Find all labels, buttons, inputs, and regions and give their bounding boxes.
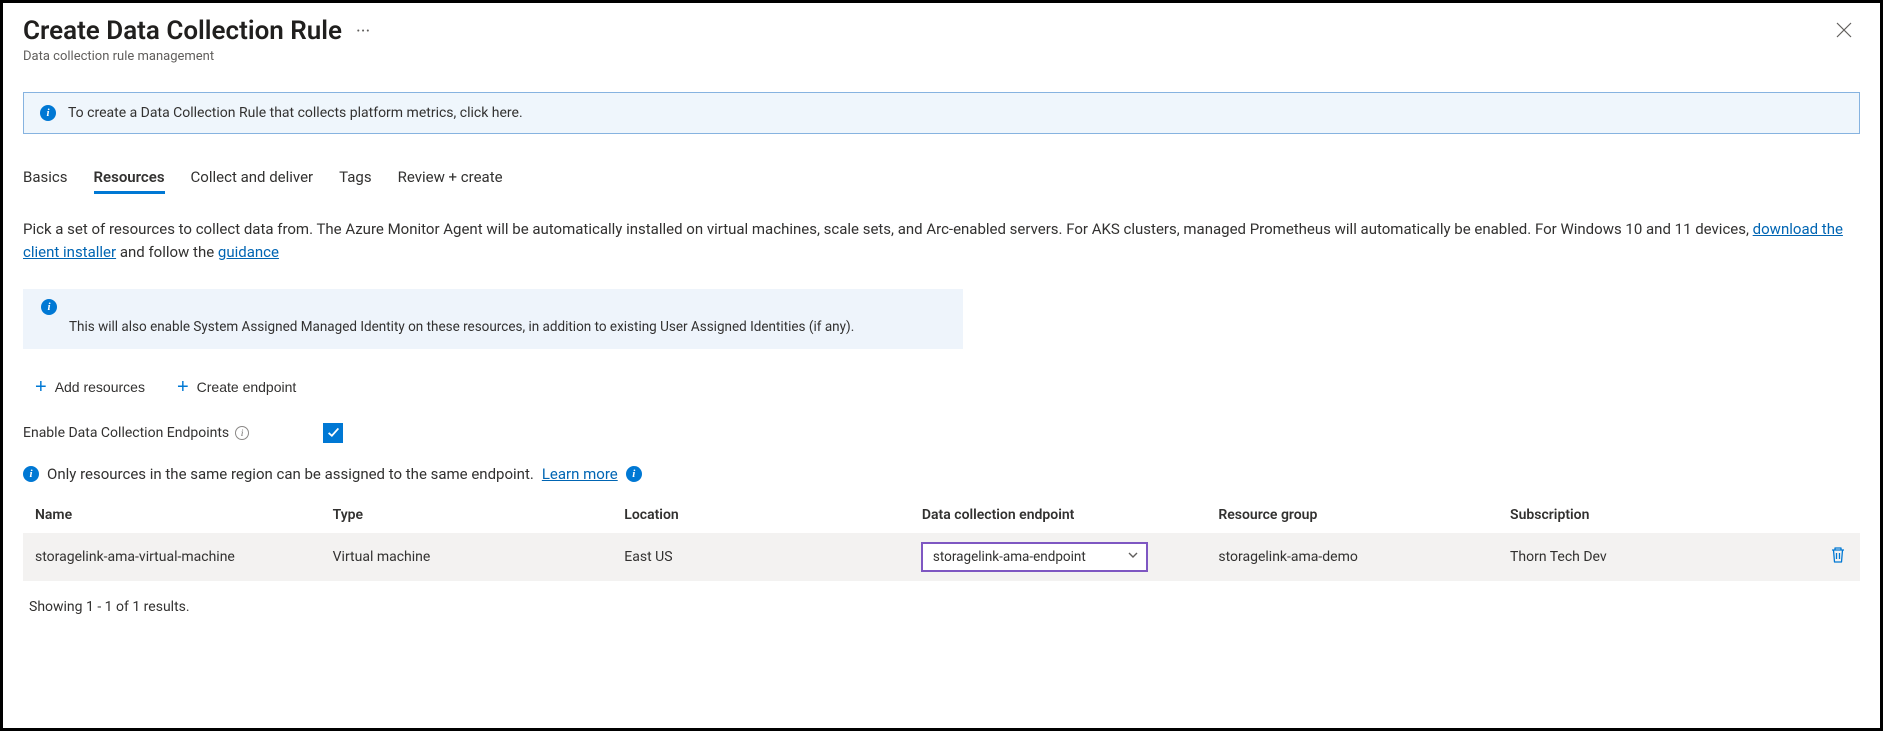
desc-text-1: Pick a set of resources to collect data … — [23, 220, 1753, 238]
resources-description: Pick a set of resources to collect data … — [23, 218, 1853, 265]
info-icon: i — [40, 105, 56, 121]
cell-dce — [910, 533, 1206, 581]
info-icon: i — [41, 299, 57, 315]
cell-name: storagelink-ama-virtual-machine — [23, 533, 321, 581]
tab-resources[interactable]: Resources — [94, 162, 165, 194]
resources-table: Name Type Location Data collection endpo… — [23, 497, 1860, 581]
cell-rg: storagelink-ama-demo — [1206, 533, 1498, 581]
table-row: storagelink-ama-virtual-machine Virtual … — [23, 533, 1860, 581]
desc-text-2: and follow the — [116, 243, 218, 261]
page-subtitle: Data collection rule management — [23, 49, 1860, 64]
create-endpoint-button[interactable]: + Create endpoint — [173, 373, 300, 401]
more-options-button[interactable]: ··· — [352, 21, 374, 42]
create-endpoint-label: Create endpoint — [197, 379, 297, 395]
info-banner-platform-metrics[interactable]: i To create a Data Collection Rule that … — [23, 92, 1860, 134]
guidance-link[interactable]: guidance — [218, 243, 279, 261]
enable-dce-label: Enable Data Collection Endpoints i — [23, 425, 323, 441]
info-banner-managed-identity: i This will also enable System Assigned … — [23, 289, 963, 349]
delete-row-button[interactable] — [1828, 544, 1848, 569]
region-restriction-note: i Only resources in the same region can … — [23, 465, 1860, 483]
plus-icon: + — [35, 377, 47, 397]
cell-location: East US — [612, 533, 910, 581]
col-header-dce[interactable]: Data collection endpoint — [910, 497, 1206, 533]
learn-more-link[interactable]: Learn more — [542, 465, 618, 483]
close-button[interactable] — [1828, 15, 1860, 47]
col-header-location[interactable]: Location — [612, 497, 910, 533]
info-banner-text: To create a Data Collection Rule that co… — [68, 105, 523, 121]
info-icon: i — [23, 466, 39, 482]
close-icon — [1836, 22, 1852, 38]
cell-type: Virtual machine — [321, 533, 613, 581]
col-header-sub[interactable]: Subscription — [1498, 497, 1808, 533]
info-icon[interactable]: i — [626, 466, 642, 482]
col-header-rg[interactable]: Resource group — [1206, 497, 1498, 533]
checkmark-icon — [327, 426, 340, 439]
tab-tags[interactable]: Tags — [339, 162, 371, 194]
tab-collect-deliver[interactable]: Collect and deliver — [191, 162, 314, 194]
add-resources-label: Add resources — [55, 379, 145, 395]
page-title: Create Data Collection Rule — [23, 16, 342, 46]
col-header-name[interactable]: Name — [23, 497, 321, 533]
plus-icon: + — [177, 377, 189, 397]
add-resources-button[interactable]: + Add resources — [31, 373, 149, 401]
tab-basics[interactable]: Basics — [23, 162, 68, 194]
enable-dce-checkbox[interactable] — [323, 423, 343, 443]
info-identity-text: This will also enable System Assigned Ma… — [41, 319, 854, 335]
results-count: Showing 1 - 1 of 1 results. — [23, 599, 1860, 615]
trash-icon — [1830, 546, 1846, 564]
dce-select[interactable] — [922, 543, 1147, 571]
cell-sub: Thorn Tech Dev — [1498, 533, 1808, 581]
col-header-type[interactable]: Type — [321, 497, 613, 533]
tab-review-create[interactable]: Review + create — [398, 162, 503, 194]
wizard-tabs: Basics Resources Collect and deliver Tag… — [23, 162, 1860, 194]
info-glyph-icon[interactable]: i — [235, 426, 249, 440]
region-note-text: Only resources in the same region can be… — [47, 465, 534, 483]
